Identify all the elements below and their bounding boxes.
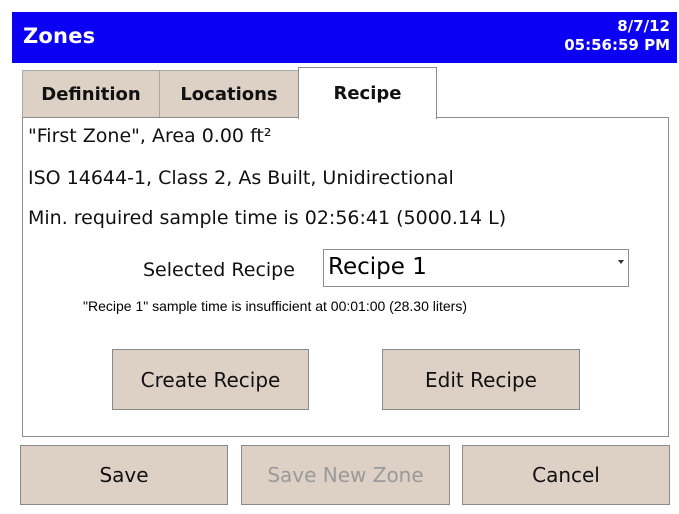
standard-info: ISO 14644-1, Class 2, As Built, Unidirec… [28, 167, 454, 189]
zone-info: "First Zone", Area 0.00 ft² [28, 125, 272, 147]
dropdown-arrow-icon [618, 260, 624, 264]
time-text: 05:56:59 PM [564, 36, 670, 54]
datetime: 8/7/12 05:56:59 PM [564, 17, 670, 55]
edit-recipe-button[interactable]: Edit Recipe [382, 349, 580, 410]
min-sample-time: Min. required sample time is 02:56:41 (5… [28, 207, 507, 229]
recipe-panel: "First Zone", Area 0.00 ft² ISO 14644-1,… [22, 117, 669, 437]
date-text: 8/7/12 [617, 17, 670, 35]
save-new-zone-button[interactable]: Save New Zone [241, 445, 450, 505]
recipe-select-value: Recipe 1 [328, 254, 427, 280]
tab-recipe[interactable]: Recipe [298, 67, 437, 119]
create-recipe-button[interactable]: Create Recipe [112, 349, 309, 410]
zones-window: Zones 8/7/12 05:56:59 PM Definition Loca… [0, 0, 679, 514]
cancel-button[interactable]: Cancel [462, 445, 670, 505]
recipe-select[interactable]: Recipe 1 [323, 249, 629, 287]
sample-time-warning: "Recipe 1" sample time is insufficient a… [83, 298, 467, 314]
selected-recipe-label: Selected Recipe [143, 259, 295, 281]
tab-definition[interactable]: Definition [22, 70, 160, 118]
save-button[interactable]: Save [20, 445, 228, 505]
window-title: Zones [23, 24, 96, 48]
tab-locations[interactable]: Locations [159, 70, 299, 118]
title-bar: Zones 8/7/12 05:56:59 PM [12, 12, 677, 63]
